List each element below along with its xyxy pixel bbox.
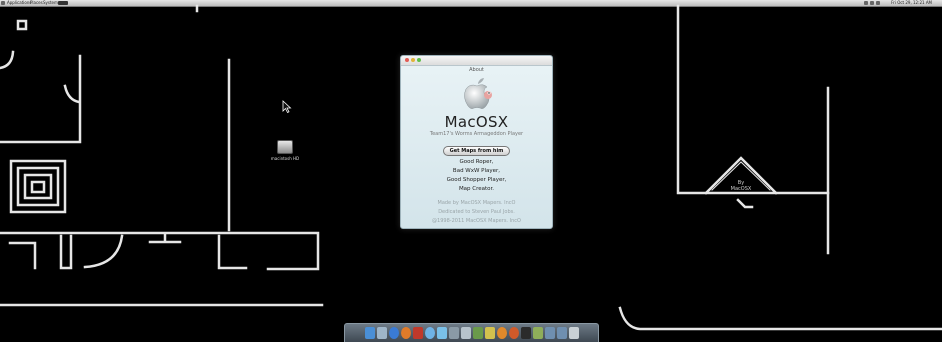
roles-list: Good Roper, Bad WxW Player, Good Shopper… [401,158,552,194]
preview-icon[interactable] [460,327,471,339]
role-line: Map Creator. [458,186,495,192]
trash-icon[interactable] [568,327,579,339]
desktop-hd-icon[interactable]: macintosh HD [270,140,300,161]
small-square-wall [16,19,28,31]
credits: Made by MacOSX Mapers. IncO Dedicated to… [401,199,552,226]
mouse-cursor-icon [282,100,292,114]
map-sign-line2: MacOSX [731,186,752,192]
bottom-right-wall [618,306,942,331]
firefox-icon[interactable] [400,327,411,339]
activity-icon[interactable] [532,327,543,339]
role-line: Bad WxW Player, [452,168,501,174]
room-wall-2 [59,234,73,270]
sign-stand [736,198,754,209]
door-arc [83,234,124,269]
hard-drive-icon [277,140,293,154]
credit-line: Made by MacOSX Mapers. IncO [437,200,516,206]
concentric-square-4 [30,180,46,194]
floor-wall [0,231,320,271]
window-controls [405,58,421,62]
vlc-icon[interactable] [496,327,507,339]
terminal-icon[interactable] [484,327,495,339]
t-wall [148,232,182,244]
app-subtitle: Team17's Worms Armageddon Player [429,131,524,137]
role-line: Good Shopper Player, [446,177,507,183]
textedit-icon[interactable] [472,327,483,339]
room-wall-3 [217,234,248,270]
iphoto-icon[interactable] [448,327,459,339]
finder-icon[interactable] [364,327,375,339]
safari-icon[interactable] [388,327,399,339]
minimize-icon[interactable] [411,58,415,62]
left-arc-wall [0,50,15,70]
app-name: MacOSX [444,113,509,131]
worms-icon[interactable] [412,327,423,339]
adium-icon[interactable] [508,327,519,339]
zoom-icon[interactable] [417,58,421,62]
folder-icon[interactable] [556,327,567,339]
credit-line: Dedicated to Steven Paul Jobs. [438,209,515,215]
system-preferences-icon[interactable] [520,327,531,339]
about-window: About MacOSX Team17's Worms Armageddon P… [400,55,553,229]
close-icon[interactable] [405,58,409,62]
ichat-icon[interactable] [424,327,435,339]
right-wall-1 [676,4,830,195]
credit-line: @1998-2011 MacOSX Mapers. IncO [432,218,521,224]
get-maps-button[interactable]: Get Maps from him [442,146,511,156]
itunes-icon[interactable] [436,327,447,339]
l-wall-1 [0,54,82,144]
dock [344,323,599,342]
window-title: About [469,67,484,73]
folder-icon[interactable] [544,327,555,339]
role-line: Good Roper, [459,159,494,165]
arc-wall-2 [63,84,81,104]
apple-worm-logo-icon [462,77,492,111]
concentric-square-3 [23,173,53,200]
hd-label: macintosh HD [270,156,300,161]
room-wall-1 [8,241,37,270]
mail-icon[interactable] [376,327,387,339]
about-titlebar[interactable]: About [401,56,552,73]
